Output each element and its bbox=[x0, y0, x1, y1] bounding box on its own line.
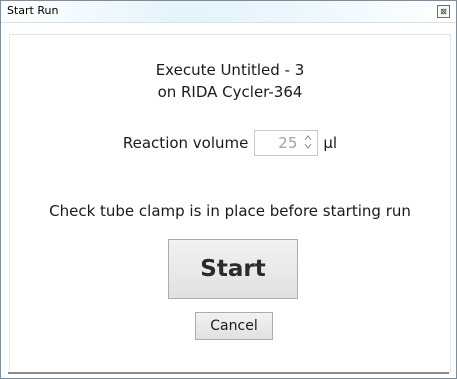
tube-clamp-message: Check tube clamp is in place before star… bbox=[49, 202, 411, 220]
dialog-content: Execute Untitled - 3 on RIDA Cycler-364 … bbox=[9, 34, 451, 373]
spinner-arrows-icon[interactable] bbox=[301, 133, 315, 153]
device-text: on RIDA Cycler-364 bbox=[157, 83, 303, 101]
volume-unit-label: µl bbox=[323, 134, 338, 152]
execute-text: Execute Untitled - 3 bbox=[155, 61, 305, 79]
title-bar[interactable]: Start Run ⊠ bbox=[1, 1, 456, 23]
start-run-dialog: Start Run ⊠ Execute Untitled - 3 on RIDA… bbox=[0, 0, 457, 379]
window-title: Start Run bbox=[7, 4, 59, 17]
reaction-volume-spinbox[interactable]: 25 bbox=[254, 130, 319, 156]
window-bottom-edge bbox=[8, 372, 449, 374]
start-button[interactable]: Start bbox=[168, 239, 298, 299]
close-button[interactable]: ⊠ bbox=[437, 5, 450, 18]
reaction-volume-value: 25 bbox=[278, 134, 298, 152]
close-icon: ⊠ bbox=[440, 7, 447, 16]
cancel-button[interactable]: Cancel bbox=[195, 312, 273, 340]
reaction-volume-row: Reaction volume 25 µl bbox=[10, 130, 450, 156]
reaction-volume-label: Reaction volume bbox=[122, 134, 249, 152]
